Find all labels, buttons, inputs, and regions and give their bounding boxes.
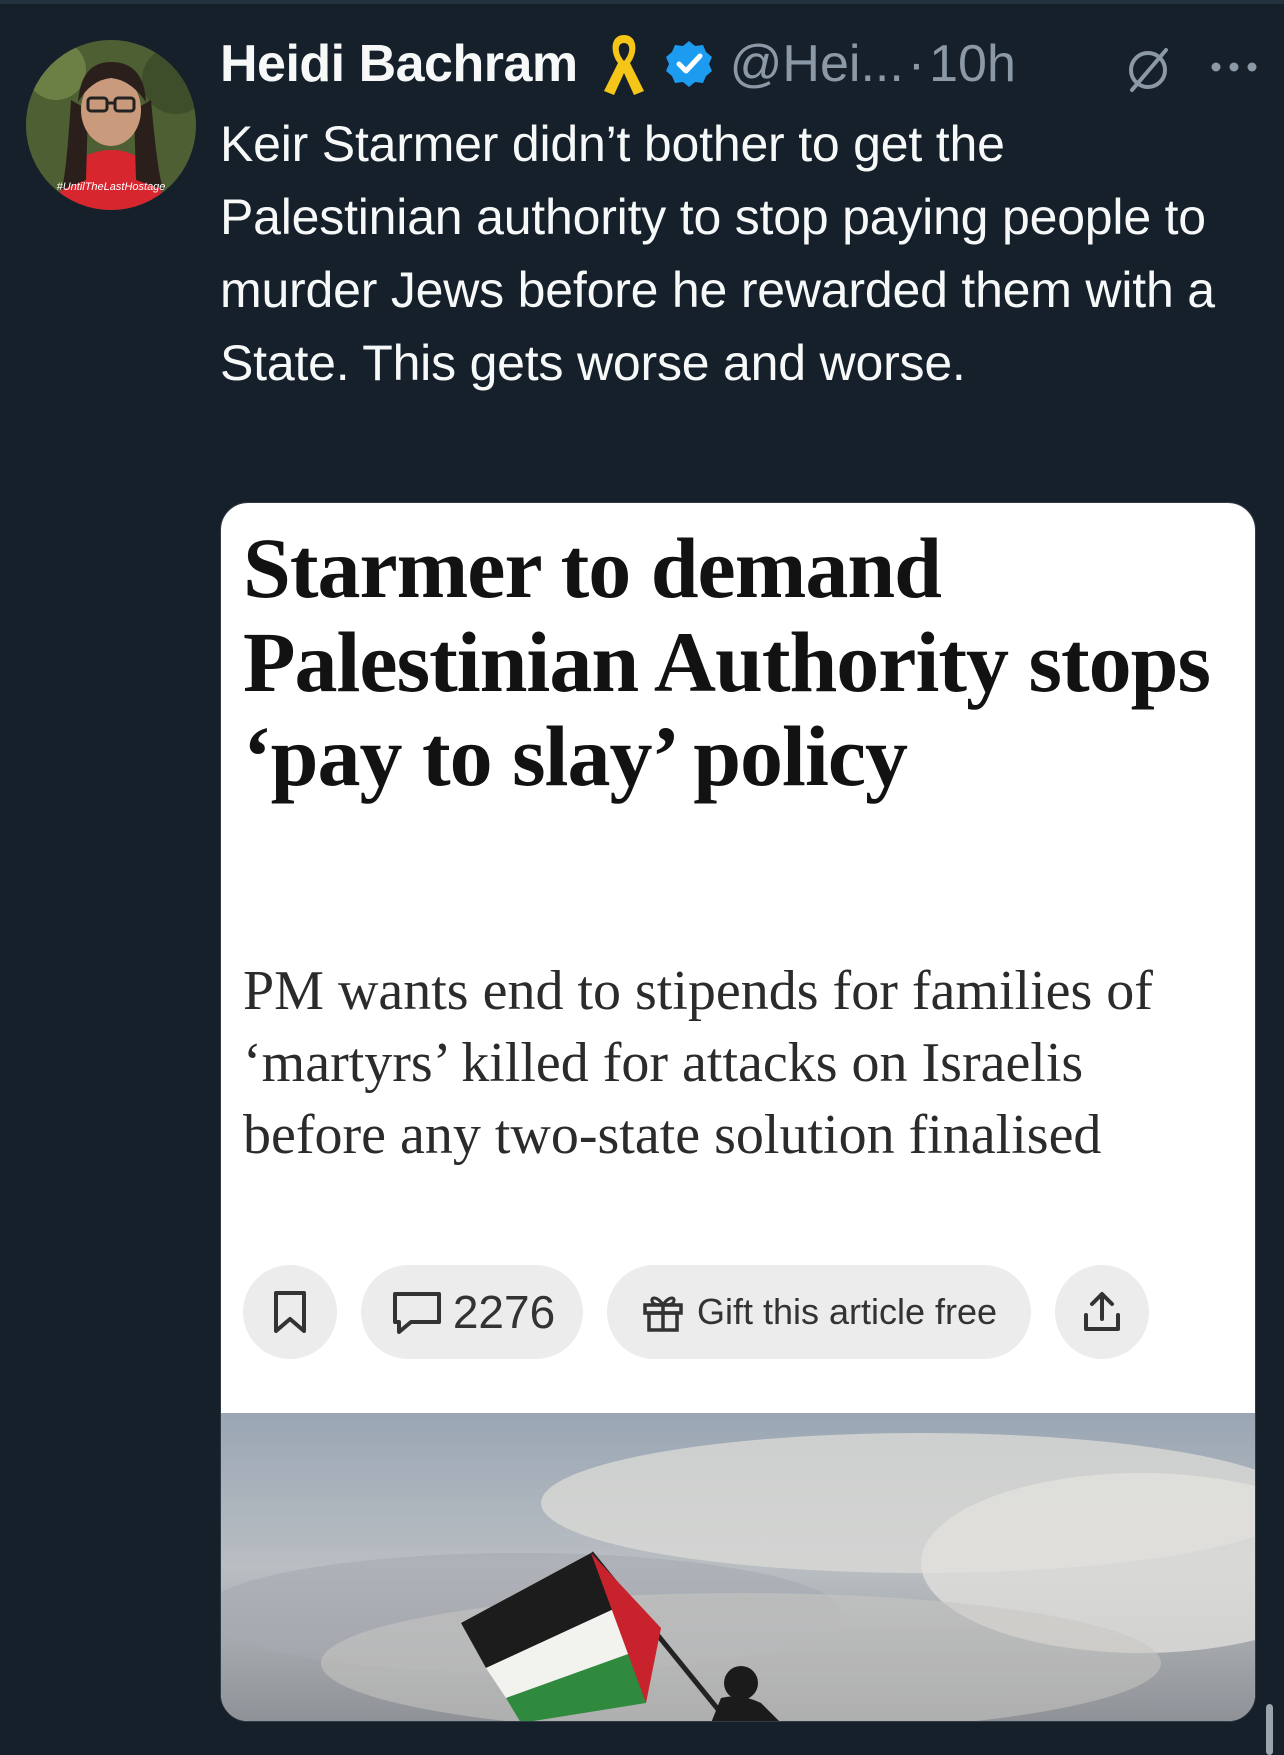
tweet-text: Keir Starmer didn’t bother to get the Pa…: [220, 116, 1215, 391]
article-card[interactable]: Starmer to demand Palestinian Authority …: [220, 502, 1256, 1722]
comments-button[interactable]: 2276: [361, 1265, 583, 1359]
bookmark-button[interactable]: [243, 1265, 337, 1359]
gift-icon: [643, 1296, 683, 1332]
svg-text:#UntilTheLastHostage: #UntilTheLastHostage: [57, 181, 166, 193]
gift-article-label: Gift this article free: [696, 1291, 998, 1332]
comment-count: 2276: [452, 1286, 556, 1338]
avatar[interactable]: #UntilTheLastHostage: [26, 40, 196, 210]
author-handle[interactable]: @Hei...: [730, 34, 904, 94]
yellow-ribbon-icon: [600, 31, 648, 97]
grok-icon[interactable]: [1124, 46, 1172, 94]
top-divider: [0, 0, 1284, 4]
verified-badge-icon[interactable]: [664, 39, 714, 89]
share-button[interactable]: [1055, 1265, 1149, 1359]
gift-article-button[interactable]: Gift this article free: [607, 1265, 1031, 1359]
author-name[interactable]: Heidi Bachram: [220, 34, 578, 94]
article-headline[interactable]: Starmer to demand Palestinian Authority …: [243, 521, 1243, 803]
tweet-header: Heidi Bachram @Hei... · 10h: [220, 28, 1016, 100]
timestamp[interactable]: 10h: [929, 34, 1016, 94]
article-photo[interactable]: [221, 1413, 1255, 1721]
comment-icon: [392, 1292, 441, 1334]
share-icon: [1084, 1292, 1120, 1331]
bookmark-icon: [274, 1291, 306, 1333]
scrollbar[interactable]: [1266, 1704, 1273, 1755]
more-options-icon[interactable]: [1206, 52, 1262, 82]
article-standfirst: PM wants end to stipends for families of…: [243, 960, 1153, 1166]
separator-dot: ·: [907, 35, 926, 93]
